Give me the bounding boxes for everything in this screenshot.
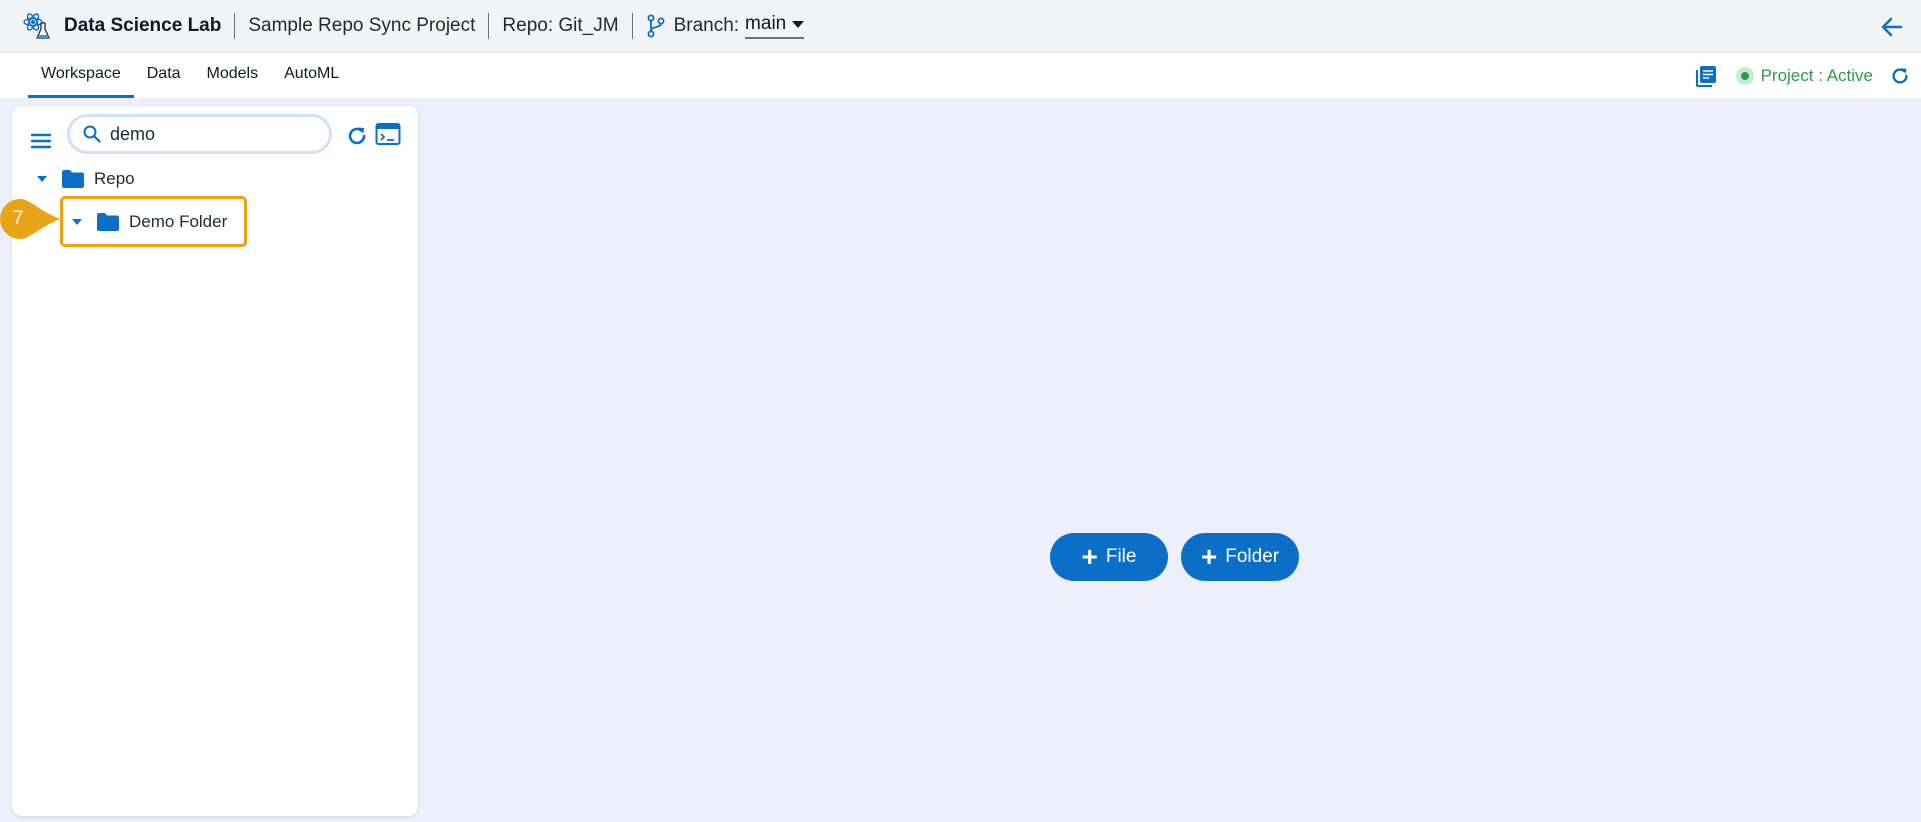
caret-down-icon[interactable] — [72, 219, 82, 225]
plus-icon: + — [1200, 541, 1218, 572]
header-divider — [234, 13, 236, 39]
folder-icon — [96, 212, 120, 232]
refresh-icon[interactable] — [345, 124, 369, 148]
add-folder-label: Folder — [1225, 546, 1280, 567]
caret-down-icon[interactable] — [37, 176, 47, 182]
workspace-canvas: Repo Demo Folder + File + Folder — [0, 98, 1921, 822]
app-title: Data Science Lab — [64, 15, 222, 36]
branch-dropdown[interactable]: main — [745, 13, 805, 39]
tab-workspace[interactable]: Workspace — [28, 53, 134, 98]
repo-name: Repo: Git_JM — [502, 15, 619, 36]
tree-item-label: Demo Folder — [129, 212, 228, 231]
search-field — [67, 114, 332, 154]
arrow-left-icon[interactable] — [1879, 14, 1905, 40]
annotation-step-badge: 7 — [0, 199, 60, 239]
project-status: Project : Active — [1760, 65, 1873, 85]
tree-item-repo[interactable]: Repo — [37, 169, 135, 189]
add-file-label: File — [1105, 546, 1137, 567]
add-folder-button[interactable]: + Folder — [1181, 533, 1299, 581]
tab-bar: Workspace Data Models AutoML Project : A… — [0, 53, 1921, 98]
add-file-button[interactable]: + File — [1050, 533, 1168, 581]
tab-automl[interactable]: AutoML — [271, 53, 352, 98]
folder-icon — [61, 169, 85, 189]
project-name[interactable]: Sample Repo Sync Project — [248, 15, 475, 37]
project-status-area: Project : Active — [1694, 53, 1911, 98]
hamburger-menu-icon[interactable] — [30, 132, 52, 150]
git-branch-icon — [646, 14, 666, 38]
search-icon — [82, 124, 102, 144]
header-divider — [488, 13, 490, 39]
tab-models[interactable]: Models — [194, 53, 272, 98]
plus-icon: + — [1081, 541, 1098, 572]
tree-item-label: Repo — [94, 169, 135, 188]
header-divider — [631, 13, 633, 39]
status-indicator-icon — [1735, 66, 1754, 85]
branch-label: Branch: — [673, 15, 740, 36]
tab-data[interactable]: Data — [134, 53, 194, 98]
top-header: Data Science Lab Sample Repo Sync Projec… — [0, 0, 1921, 53]
notes-icon[interactable] — [1694, 64, 1718, 88]
search-input[interactable] — [110, 123, 310, 145]
file-explorer-panel: Repo Demo Folder — [12, 106, 418, 816]
caret-down-icon — [792, 20, 805, 28]
terminal-icon[interactable] — [375, 122, 401, 146]
tree-item-demo-folder[interactable]: Demo Folder — [72, 212, 227, 232]
branch-value: main — [745, 13, 787, 34]
flask-atom-icon — [22, 11, 52, 41]
annotation-step-number: 7 — [12, 208, 24, 229]
refresh-icon[interactable] — [1889, 65, 1911, 87]
